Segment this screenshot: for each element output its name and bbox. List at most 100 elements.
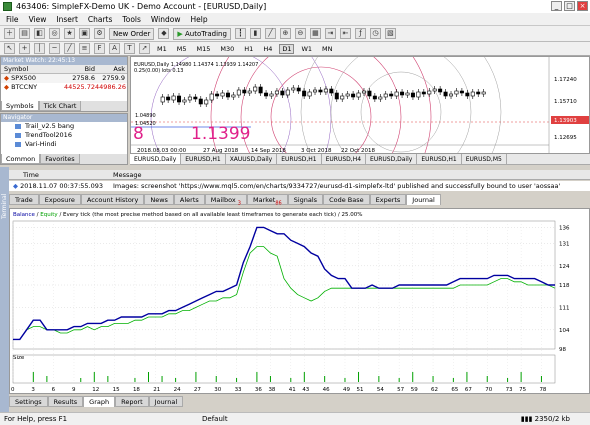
timeframe-m1[interactable]: M1 bbox=[154, 44, 170, 54]
maximize-button[interactable]: □ bbox=[564, 1, 575, 11]
arrow-icon[interactable]: ➚ bbox=[139, 43, 150, 54]
market-watch-icon[interactable]: ◧ bbox=[34, 28, 45, 39]
tab-report[interactable]: Report bbox=[115, 396, 149, 407]
chart-tab[interactable]: EURUSD,M5 bbox=[462, 154, 507, 164]
chart-tab[interactable]: EURUSD,Daily bbox=[366, 154, 418, 164]
navigator-icon[interactable]: ★ bbox=[64, 28, 75, 39]
label-icon[interactable]: T bbox=[124, 43, 135, 54]
new-order-button[interactable]: New Order bbox=[109, 27, 155, 40]
tab-exposure[interactable]: Exposure bbox=[38, 194, 81, 205]
profiles-icon[interactable]: ▤ bbox=[19, 28, 30, 39]
chart-tab[interactable]: EURUSD,Daily bbox=[130, 154, 182, 164]
navigator-item[interactable]: Vari-Hindi bbox=[1, 140, 127, 149]
minimize-button[interactable]: _ bbox=[551, 1, 562, 11]
tab-journal[interactable]: Journal bbox=[406, 194, 441, 205]
tab-news[interactable]: News bbox=[144, 194, 174, 205]
close-button[interactable]: × bbox=[577, 1, 588, 11]
tab-settings[interactable]: Settings bbox=[9, 396, 48, 407]
navigator-item[interactable]: Trail_v2.5 bang bbox=[1, 122, 127, 131]
candle bbox=[187, 96, 192, 101]
strategy-tester-icon[interactable]: ⚙ bbox=[94, 28, 105, 39]
timeframe-w1[interactable]: W1 bbox=[298, 44, 315, 54]
menu-view[interactable]: View bbox=[29, 15, 47, 24]
cursor-icon[interactable]: ↖ bbox=[4, 43, 15, 54]
trendline-icon[interactable]: ╱ bbox=[64, 43, 75, 54]
navigator-item[interactable]: TrendTool2016 bbox=[1, 131, 127, 140]
timeframe-d1[interactable]: D1 bbox=[279, 43, 295, 54]
menu-charts[interactable]: Charts bbox=[88, 15, 113, 24]
tab-tick-chart[interactable]: Tick Chart bbox=[38, 101, 82, 111]
menu-help[interactable]: Help bbox=[190, 15, 207, 24]
tab-favorites[interactable]: Favorites bbox=[40, 154, 80, 164]
indicators-icon[interactable]: ƒ bbox=[354, 28, 366, 39]
candle bbox=[236, 89, 241, 96]
tab-market[interactable]: Market86 bbox=[246, 194, 288, 206]
timeframe-mn[interactable]: MN bbox=[319, 44, 335, 54]
crosshair-icon[interactable]: + bbox=[19, 43, 30, 54]
col-ask[interactable]: Ask bbox=[95, 65, 127, 73]
timeframe-m5[interactable]: M5 bbox=[174, 44, 190, 54]
candle bbox=[204, 99, 209, 105]
tab-mailbox[interactable]: Mailbox 3 bbox=[204, 194, 247, 206]
candle-chart-icon[interactable]: ▮ bbox=[249, 28, 261, 39]
tab-graph[interactable]: Graph bbox=[83, 396, 116, 407]
autotrading-button[interactable]: ▶ AutoTrading bbox=[173, 27, 231, 40]
menu-window[interactable]: Window bbox=[151, 15, 181, 24]
menu-file[interactable]: File bbox=[6, 15, 19, 24]
market-watch-row[interactable]: ◆ BTCCNY 44525.72 44986.26 bbox=[1, 83, 127, 92]
zoom-in-icon[interactable]: ⊕ bbox=[279, 28, 291, 39]
tab-symbols[interactable]: Symbols bbox=[1, 101, 39, 111]
chart-shift-icon[interactable]: ⇤ bbox=[339, 28, 351, 39]
templates-icon[interactable]: ▧ bbox=[384, 28, 396, 39]
autoscroll-icon[interactable]: ⇥ bbox=[324, 28, 336, 39]
tab-results[interactable]: Results bbox=[47, 396, 84, 407]
market-watch-columns: Symbol Bid Ask bbox=[1, 65, 127, 74]
timeframe-m30[interactable]: M30 bbox=[217, 44, 237, 54]
terminal-icon[interactable]: ▣ bbox=[79, 28, 90, 39]
bar-chart-icon[interactable]: ┇ bbox=[234, 28, 246, 39]
tab-account-history[interactable]: Account History bbox=[80, 194, 145, 205]
price-chart[interactable]: 1.17240 1.15710 1.12695 1.13903 2018.08.… bbox=[130, 56, 590, 154]
candle bbox=[318, 89, 323, 93]
chart-tab[interactable]: EURUSD,H1 bbox=[277, 154, 322, 164]
tab-code-base[interactable]: Code Base bbox=[323, 194, 370, 205]
tab-trade[interactable]: Trade bbox=[9, 194, 39, 205]
terminal-row[interactable]: ◆ 2018.11.07 00:37:55.093 Images: screen… bbox=[9, 181, 590, 191]
tab-experts[interactable]: Experts bbox=[369, 194, 407, 205]
col-bid[interactable]: Bid bbox=[61, 65, 95, 73]
chart-tab[interactable]: EURUSD,H4 bbox=[322, 154, 367, 164]
line-chart-icon[interactable]: ╱ bbox=[264, 28, 276, 39]
candle bbox=[340, 95, 345, 100]
drawing-toolbar: ↖ + │ ─ ╱ ≡ F A T ➚ M1 M5 M15 M30 H1 H4 … bbox=[0, 42, 590, 56]
metaeditor-icon[interactable]: ◆ bbox=[158, 28, 170, 39]
chart-tab[interactable]: EURUSD,H1 bbox=[417, 154, 462, 164]
chart-tab[interactable]: EURUSD,H1 bbox=[181, 154, 226, 164]
tab-alerts[interactable]: Alerts bbox=[173, 194, 205, 205]
col-message[interactable]: Message bbox=[109, 170, 142, 179]
timeframe-h1[interactable]: H1 bbox=[241, 44, 256, 54]
new-chart-icon[interactable]: ＋ bbox=[4, 28, 15, 39]
text-icon[interactable]: A bbox=[109, 43, 120, 54]
tab-common[interactable]: Common bbox=[1, 154, 41, 164]
chart-tab[interactable]: XAUUSD,Daily bbox=[226, 154, 278, 164]
zoom-out-icon[interactable]: ⊖ bbox=[294, 28, 306, 39]
vertical-line-icon[interactable]: │ bbox=[34, 43, 45, 54]
tab-tester-journal[interactable]: Journal bbox=[148, 396, 184, 407]
horizontal-line-icon[interactable]: ─ bbox=[49, 43, 60, 54]
data-window-icon[interactable]: ◎ bbox=[49, 28, 60, 39]
menu-insert[interactable]: Insert bbox=[56, 15, 78, 24]
timeframe-h4[interactable]: H4 bbox=[260, 44, 275, 54]
market-watch-row[interactable]: ◆ SPX500 2758.6 2759.9 bbox=[1, 74, 127, 83]
periods-icon[interactable]: ◷ bbox=[369, 28, 381, 39]
menu-tools[interactable]: Tools bbox=[122, 15, 140, 24]
tab-signals[interactable]: Signals bbox=[287, 194, 324, 205]
timeframe-m15[interactable]: M15 bbox=[194, 44, 214, 54]
col-time[interactable]: Time bbox=[9, 170, 109, 179]
navigator-item-label: Vari-Hindi bbox=[25, 140, 57, 148]
channel-icon[interactable]: ≡ bbox=[79, 43, 90, 54]
marker-label: 1.04890 bbox=[135, 113, 156, 119]
tile-icon[interactable]: ▦ bbox=[309, 28, 321, 39]
terminal-tabs: Trade Exposure Account History News Aler… bbox=[9, 194, 590, 206]
fibonacci-icon[interactable]: F bbox=[94, 43, 105, 54]
col-symbol[interactable]: Symbol bbox=[1, 65, 61, 73]
